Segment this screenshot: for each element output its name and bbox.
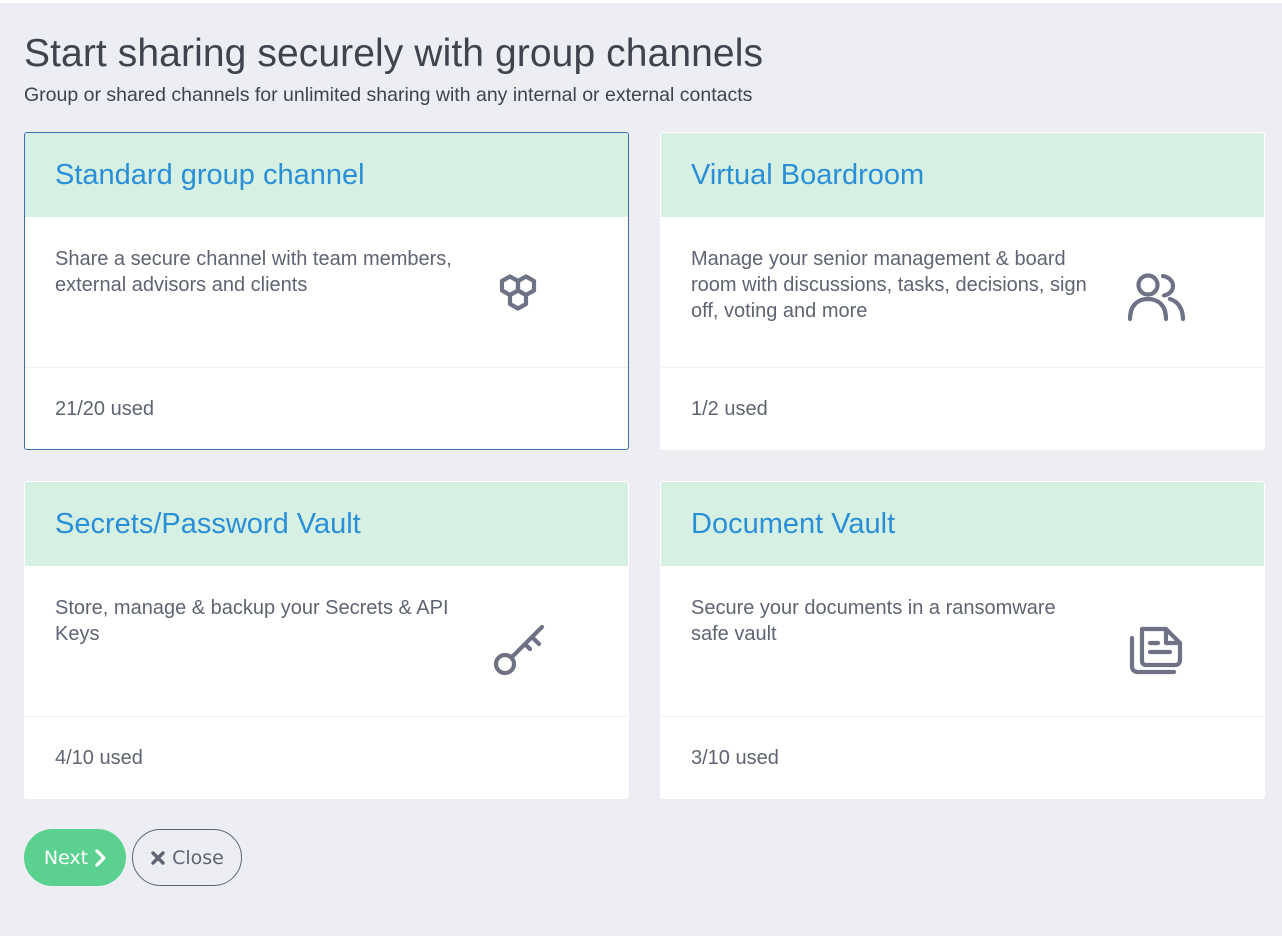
close-icon <box>150 850 166 866</box>
card-description: Store, manage & backup your Secrets & AP… <box>55 597 449 645</box>
card-footer: 1/2 used <box>661 368 1264 449</box>
card-standard-group-channel[interactable]: Standard group channel Share a secure ch… <box>24 132 629 450</box>
card-title: Virtual Boardroom <box>691 158 925 191</box>
usage-count: 3/10 used <box>691 746 779 769</box>
card-description: Share a secure channel with team members… <box>55 248 452 296</box>
page-subtitle: Group or shared channels for unlimited s… <box>24 84 753 106</box>
card-secrets-password-vault[interactable]: Secrets/Password Vault Store, manage & b… <box>24 481 629 799</box>
card-title: Standard group channel <box>55 158 365 191</box>
card-header: Virtual Boardroom <box>661 133 1264 217</box>
card-title: Secrets/Password Vault <box>55 507 361 540</box>
key-icon <box>488 616 552 680</box>
top-divider <box>0 0 1282 3</box>
documents-icon <box>1124 616 1188 680</box>
card-document-vault[interactable]: Document Vault Secure your documents in … <box>660 481 1265 799</box>
next-label: Next <box>43 846 89 869</box>
card-header: Standard group channel <box>25 133 628 217</box>
usage-count: 21/20 used <box>55 397 154 420</box>
page-title: Start sharing securely with group channe… <box>24 32 764 75</box>
card-footer: 4/10 used <box>25 717 628 798</box>
hexagons-icon <box>488 267 552 331</box>
card-footer: 21/20 used <box>25 368 628 449</box>
card-footer: 3/10 used <box>661 717 1264 798</box>
card-body: Secure your documents in a ransomware sa… <box>661 566 1264 717</box>
usage-count: 4/10 used <box>55 746 143 769</box>
chevron-right-icon <box>94 848 106 867</box>
close-button[interactable]: Close <box>132 829 242 886</box>
next-button[interactable]: Next <box>24 829 126 886</box>
card-body: Manage your senior management & board ro… <box>661 217 1264 368</box>
card-body: Store, manage & backup your Secrets & AP… <box>25 566 628 717</box>
card-header: Secrets/Password Vault <box>25 482 628 566</box>
card-header: Document Vault <box>661 482 1264 566</box>
close-label: Close <box>172 846 224 869</box>
card-description: Manage your senior management & board ro… <box>691 248 1087 322</box>
card-description: Secure your documents in a ransomware sa… <box>691 597 1056 645</box>
card-title: Document Vault <box>691 507 896 540</box>
users-icon <box>1124 267 1188 331</box>
card-virtual-boardroom[interactable]: Virtual Boardroom Manage your senior man… <box>660 132 1265 450</box>
usage-count: 1/2 used <box>691 397 768 420</box>
card-body: Share a secure channel with team members… <box>25 217 628 368</box>
